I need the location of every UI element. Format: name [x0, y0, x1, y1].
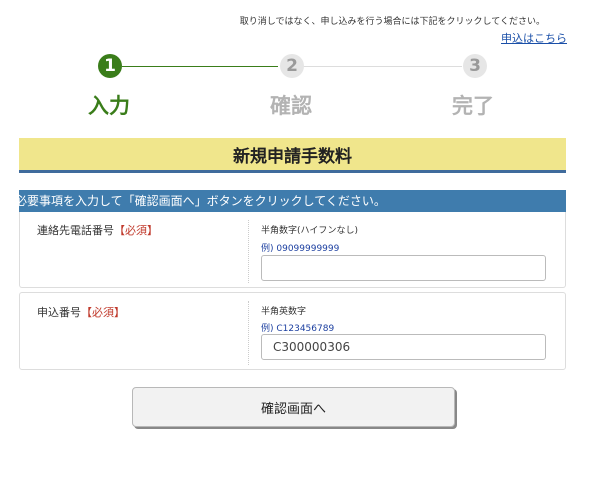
required-badge: 【必須】: [114, 224, 158, 237]
phone-input[interactable]: [261, 255, 546, 281]
required-badge: 【必須】: [81, 306, 125, 319]
phone-hint: 半角数字(ハイフンなし): [261, 226, 359, 236]
apply-link[interactable]: 申込はこちら: [501, 30, 567, 46]
step-1-label: 入力: [88, 94, 130, 118]
confirm-button[interactable]: 確認画面へ: [132, 387, 455, 427]
column-divider: [248, 220, 249, 283]
application-number-input[interactable]: [261, 334, 546, 360]
instruction-banner: 必要事項を入力して「確認画面へ」ボタンをクリックしてください。: [19, 190, 566, 212]
application-number-example: 例) C123456789: [261, 324, 335, 334]
step-2-label: 確認: [270, 94, 312, 118]
application-number-label: 申込番号【必須】: [37, 304, 125, 320]
page-title: 新規申請手数料: [19, 138, 566, 173]
column-divider: [248, 301, 249, 365]
notice-text: 取り消しではなく、申し込みを行う場合には下記をクリックしてください。: [239, 17, 545, 27]
step-connector: [122, 66, 278, 67]
instruction-text: 必要事項を入力して「確認画面へ」ボタンをクリックしてください。: [19, 194, 386, 208]
phone-example: 例) 09099999999: [261, 244, 340, 254]
step-1-indicator: 1: [98, 54, 122, 78]
step-3-label: 完了: [452, 94, 494, 118]
phone-label: 連絡先電話番号【必須】: [37, 222, 158, 238]
phone-row: 連絡先電話番号【必須】 半角数字(ハイフンなし) 例) 09099999999: [19, 212, 566, 288]
application-number-label-text: 申込番号: [37, 306, 81, 319]
step-3-indicator: 3: [463, 54, 487, 78]
step-2-indicator: 2: [280, 54, 304, 78]
application-number-hint: 半角英数字: [261, 307, 307, 317]
phone-label-text: 連絡先電話番号: [37, 224, 114, 237]
progress-steps: 1 2 3 入力 確認 完了: [0, 52, 601, 122]
step-connector: [302, 66, 462, 67]
application-number-row: 申込番号【必須】 半角英数字 例) C123456789: [19, 292, 566, 370]
